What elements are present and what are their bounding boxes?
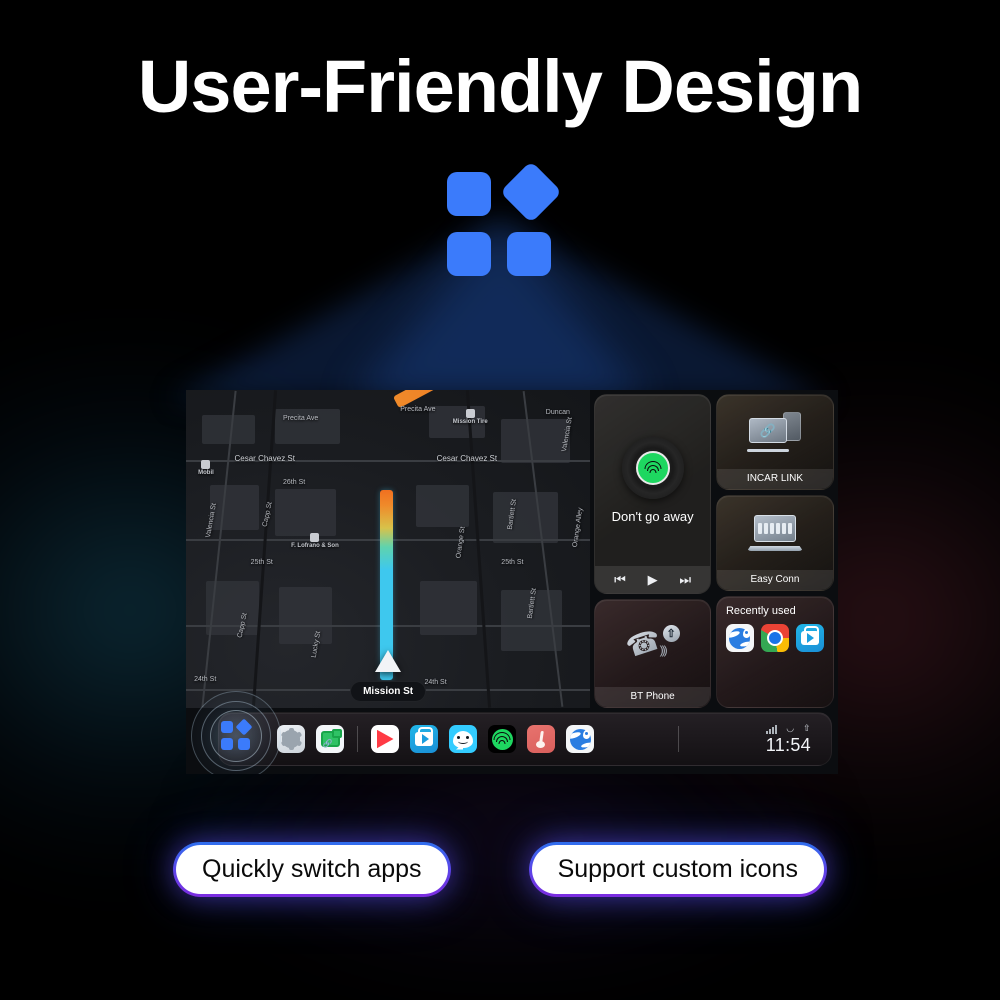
app-grid-icon <box>221 718 253 751</box>
play-button[interactable]: ▶ <box>648 573 658 586</box>
maps-icon[interactable] <box>725 624 754 652</box>
map-poi-mission-tire[interactable]: Mission Tire <box>453 409 488 425</box>
logo-square-bottom-right <box>507 232 551 276</box>
app-grid-button[interactable] <box>190 690 282 774</box>
wifi-icon: ◡ <box>786 722 795 733</box>
dock-bar: 🔗 ◡ ⇧ 11:54 <box>186 691 838 774</box>
album-art-vinyl <box>621 436 684 499</box>
tile-label-bt-phone: BT Phone <box>595 687 710 707</box>
car-head-unit-screen: Mission St Mobil Mission Tire F. Lofrano… <box>186 390 838 774</box>
position-arrow <box>375 650 402 672</box>
tile-label-incar-link: INCAR LINK <box>716 469 833 489</box>
bluetooth-handset-icon: ☎ ))) ⇧ <box>622 623 684 664</box>
poi-pin-icon <box>201 459 211 469</box>
navigation-map[interactable]: Mission St Mobil Mission Tire F. Lofrano… <box>186 390 591 708</box>
caption-quickly-switch-apps[interactable]: Quickly switch apps <box>173 842 451 897</box>
caption-label: Quickly switch apps <box>176 845 448 894</box>
status-area: ◡ ⇧ 11:54 <box>766 723 821 756</box>
map-poi-mobil[interactable]: Mobil <box>198 459 214 476</box>
bluetooth-icon: ⇧ <box>803 722 811 733</box>
screen-link-icon[interactable]: 🔗 <box>316 725 344 753</box>
dock-divider <box>678 726 680 752</box>
current-street-label: Mission St <box>350 681 427 702</box>
music-note-icon[interactable] <box>527 725 555 753</box>
map-poi-lofrano[interactable]: F. Lofrano & Son <box>291 533 339 549</box>
logo-square-top-left <box>447 172 491 216</box>
tv-icon[interactable] <box>410 725 438 753</box>
waze-icon[interactable] <box>449 725 477 753</box>
tile-easy-conn[interactable]: Easy Conn <box>715 495 834 591</box>
spotify-icon[interactable] <box>488 725 516 753</box>
play-store-icon[interactable] <box>371 725 399 753</box>
music-widget[interactable]: Don't go away ⏮ ▶ ⏭ <box>594 394 711 594</box>
chrome-icon[interactable] <box>760 624 789 652</box>
tile-label-easy-conn: Easy Conn <box>716 570 833 590</box>
next-track-button[interactable]: ⏭ <box>679 573 691 586</box>
tile-incar-link[interactable]: 🔗 INCAR LINK <box>715 394 834 490</box>
media-controls: ⏮ ▶ ⏭ <box>595 565 710 593</box>
dock-divider <box>357 726 358 752</box>
logo-diamond-top-right <box>499 160 563 224</box>
poi-pin-icon <box>465 409 475 419</box>
hero-app-grid-logo <box>447 160 563 280</box>
laptop-icon <box>746 513 803 553</box>
tv-icon[interactable] <box>795 624 824 652</box>
signal-bars-icon <box>766 724 778 734</box>
logo-square-bottom-left <box>447 232 491 276</box>
tile-recently-used[interactable]: Recently used <box>715 596 834 708</box>
caption-row: Quickly switch apps Support custom icons <box>0 842 1000 897</box>
tile-bt-phone[interactable]: ☎ ))) ⇧ BT Phone <box>594 598 711 708</box>
page-title: User-Friendly Design <box>137 45 863 128</box>
recently-used-title: Recently used <box>725 605 796 617</box>
track-title: Don't go away <box>611 508 694 524</box>
widget-grid: Don't go away ⏮ ▶ ⏭ ☎ ))) ⇧ BT Phone 🔗 I… <box>590 390 838 708</box>
clock: 11:54 <box>765 734 811 755</box>
maps-icon[interactable] <box>566 725 594 753</box>
previous-track-button[interactable]: ⏮ <box>614 573 626 586</box>
caption-label: Support custom icons <box>531 845 824 894</box>
caption-support-custom-icons[interactable]: Support custom icons <box>528 842 827 897</box>
screen-phone-link-icon: 🔗 <box>746 412 803 452</box>
spotify-icon <box>635 450 670 485</box>
poi-pin-icon <box>310 533 320 543</box>
